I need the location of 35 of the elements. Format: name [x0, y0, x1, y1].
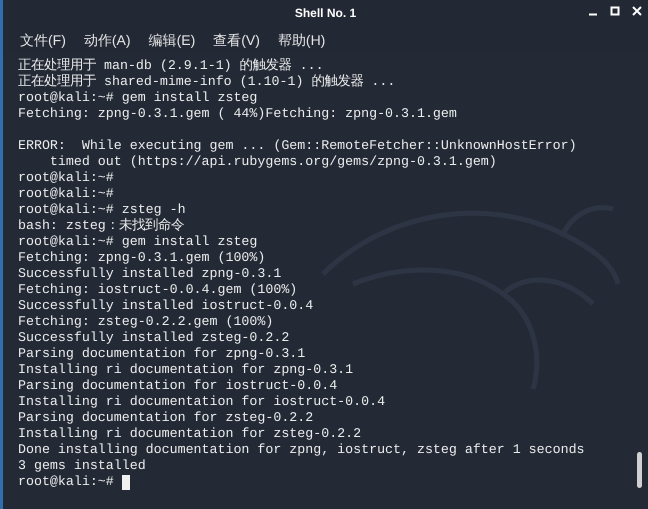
menu-item[interactable]: 编辑(E) — [146, 30, 198, 50]
terminal-line: Fetching: zsteg-0.2.2.gem (100%) — [18, 314, 274, 330]
maximize-icon[interactable] — [610, 6, 620, 16]
terminal-line: 正在处理用于 shared-mime-info (1.10-1) 的触发器 ... — [18, 74, 396, 90]
menu-item[interactable]: 动作(A) — [80, 30, 134, 50]
terminal-line: root@kali:~# — [18, 186, 114, 202]
terminal-line: ERROR: While executing gem ... (Gem::RemoteFetcher::UnknownHostError) — [18, 138, 577, 154]
terminal-line: Fetching: iostruct-0.0.4.gem (100%) — [18, 282, 298, 298]
terminal-line: root@kali:~# gem install zsteg — [18, 90, 258, 106]
terminal-line: root@kali:~# — [18, 170, 114, 186]
shell-prompt: root@kali:~# — [18, 474, 114, 490]
terminal-line: Parsing documentation for zpng-0.3.1 — [18, 346, 306, 362]
terminal-line: Successfully installed zpng-0.3.1 — [18, 266, 282, 282]
terminal-line: 3 gems installed — [18, 458, 146, 474]
terminal-line: Installing ri documentation for zpng-0.3.1 — [18, 362, 354, 378]
window-title: Shell No. 1 — [294, 5, 356, 22]
menu-item[interactable]: 查看(V) — [210, 30, 263, 50]
terminal-line: Successfully installed iostruct-0.0.4 — [18, 298, 314, 314]
terminal-line: Fetching: zpng-0.3.1.gem ( 44%)Fetching: zpng-0.3.1.gem — [18, 106, 457, 122]
terminal-line: Installing ri documentation for iostruct-0.0.4 — [18, 394, 386, 410]
menu-item[interactable]: 文件(F) — [17, 30, 69, 50]
terminal-line: root@kali:~# zsteg -h — [18, 202, 186, 218]
close-icon[interactable] — [632, 6, 642, 16]
terminal-line: Successfully installed zsteg-0.2.2 — [18, 330, 290, 346]
terminal-line: bash: zsteg：未找到命令 — [18, 218, 184, 234]
terminal-line: timed out (https://api.rubygems.org/gems/zpng-0.3.1.gem) — [48, 154, 497, 170]
terminal-line: Fetching: zpng-0.3.1.gem (100%) — [18, 250, 266, 266]
scrollbar-thumb[interactable] — [637, 452, 642, 488]
terminal-line: Parsing documentation for iostruct-0.0.4 — [18, 378, 338, 394]
terminal-line: Parsing documentation for zsteg-0.2.2 — [18, 410, 314, 426]
terminal-line: root@kali:~# gem install zsteg — [18, 234, 258, 250]
terminal-line: Done installing documentation for zpng, iostruct, zsteg after 1 seconds — [18, 442, 585, 458]
terminal-line: 正在处理用于 man-db (2.9.1-1) 的触发器 ... — [18, 58, 324, 74]
menu-item[interactable]: 帮助(H) — [274, 30, 328, 50]
terminal-line: Installing ri documentation for zsteg-0.2.2 — [18, 426, 362, 442]
